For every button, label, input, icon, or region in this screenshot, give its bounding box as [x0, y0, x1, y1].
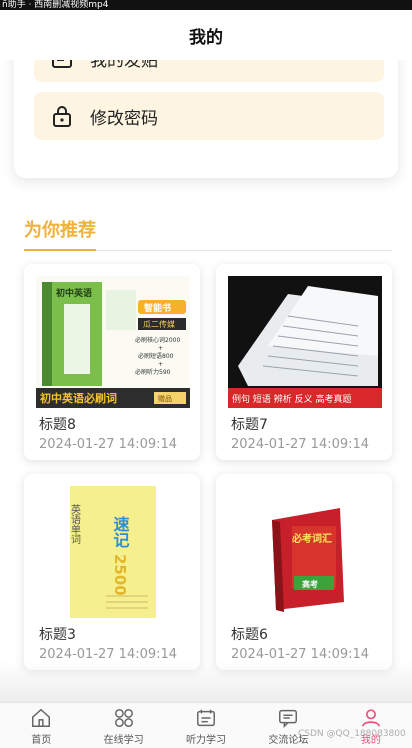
cover-line: 必刷听力590: [135, 368, 171, 376]
cover-number: 2500: [111, 554, 129, 596]
book-cover-image: 英语单词 速记 2500: [36, 486, 190, 618]
card-date: 2024-01-27 14:09:14: [231, 437, 370, 452]
card-title: 标题6: [231, 627, 268, 643]
cover-line: +: [158, 361, 163, 368]
card-title: 标题7: [231, 417, 268, 433]
watermark: CSDN @QQ_188083800: [298, 729, 406, 739]
menu-item-change-password[interactable]: 修改密码: [34, 92, 384, 140]
recommend-card[interactable]: 必考词汇 高考 标题6 2024-01-27 14:09:14: [216, 474, 392, 670]
cover-top-banner: 初中英语: [56, 287, 92, 299]
tab-label: 听力学习: [186, 735, 227, 746]
chat-icon: [279, 709, 298, 729]
cover-line: 必刷短语800: [138, 352, 174, 360]
card-title: 标题8: [39, 417, 76, 433]
page-title: 我的: [189, 27, 223, 48]
tab-mine[interactable]: 我的: [330, 703, 412, 748]
cover-subtitle: 瓜二传媒: [143, 319, 175, 329]
grid-icon: [114, 709, 133, 727]
headphone-icon: [197, 709, 215, 727]
section-underline: [24, 249, 96, 251]
recommend-card[interactable]: 初中英语 智能书 瓜二传媒 必刷核心词2000 + 必刷短语800 + 必刷听力…: [24, 264, 200, 460]
tab-label: 在线学习: [103, 735, 144, 746]
book-cover-image: 必考词汇 高考: [228, 486, 382, 618]
tab-home[interactable]: 首页: [0, 703, 82, 748]
card-date: 2024-01-27 14:09:14: [39, 437, 178, 452]
cover-bottom-banner: 例句 短语 辨析 反义 高考真题: [232, 393, 351, 405]
recommend-card[interactable]: 英语单词 速记 2500 标题3 2024-01-27 14:09:14: [24, 474, 200, 670]
nav-bar: 我的: [0, 10, 412, 60]
recommend-card[interactable]: 例句 短语 辨析 反义 高考真题 标题7 2024-01-27 14:09:14: [216, 264, 392, 460]
cover-line: +: [158, 345, 163, 352]
card-title: 标题3: [39, 627, 76, 643]
scroll-fade: [0, 660, 412, 702]
cover-side: 智能书: [144, 302, 171, 314]
tab-bar: 首页 在线学习 听力学习 交流论坛 我的: [0, 702, 412, 748]
status-bar: ñ助手 · 西南删减视频mp4: [0, 0, 412, 10]
cover-line: 必刷核心词2000: [135, 336, 180, 344]
tab-label: 首页: [31, 735, 52, 746]
cover-main-text: 速记: [111, 516, 130, 548]
cover-left-text: 英语单词: [69, 503, 81, 544]
user-icon: [361, 709, 380, 727]
home-icon: [32, 708, 51, 727]
tab-forum[interactable]: 交流论坛: [247, 703, 329, 748]
cover-main-text: 必考词汇: [291, 532, 332, 545]
section-title: 为你推荐: [24, 220, 96, 241]
lock-icon: [50, 104, 74, 128]
book-cover-image: 初中英语 智能书 瓜二传媒 必刷核心词2000 + 必刷短语800 + 必刷听力…: [36, 276, 190, 408]
tab-listening[interactable]: 听力学习: [165, 703, 247, 748]
cover-badge: 高考: [302, 579, 318, 589]
cover-bottom-title: 初中英语必刷词: [40, 391, 117, 405]
book-cover-image: 例句 短语 辨析 反义 高考真题: [228, 276, 382, 408]
tab-online-learning[interactable]: 在线学习: [82, 703, 164, 748]
menu-item-label: 修改密码: [90, 108, 158, 129]
cover-badge: 赠品: [158, 394, 172, 403]
